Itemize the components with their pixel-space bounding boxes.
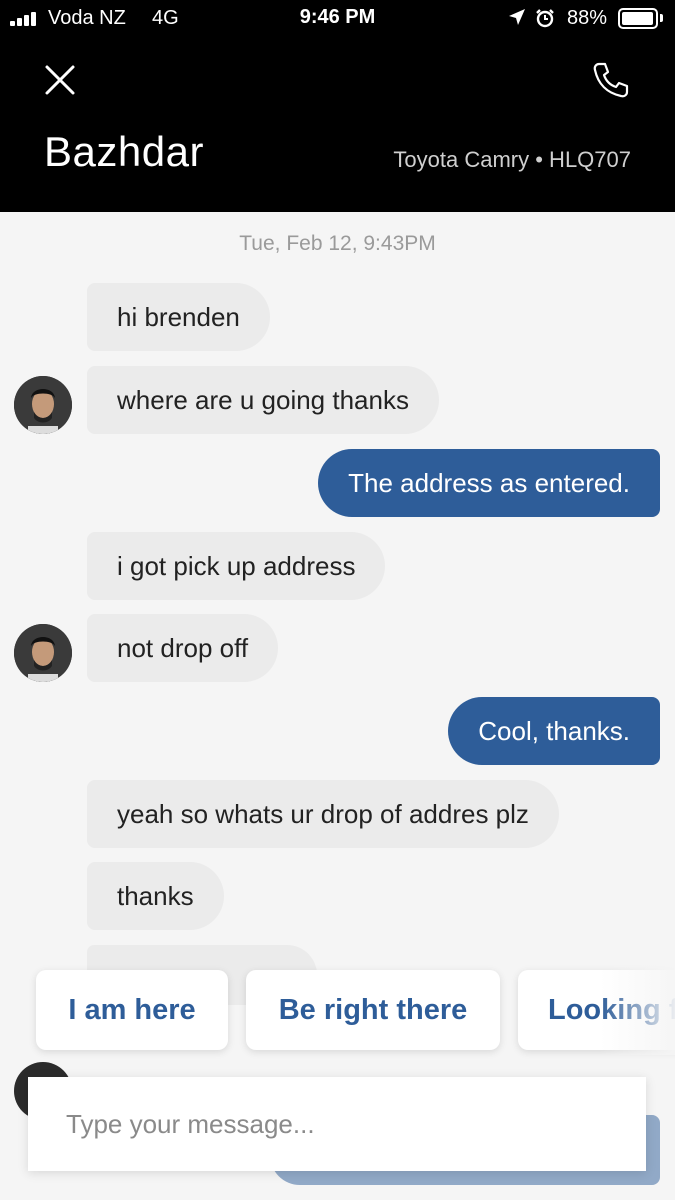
quick-reply-i-am-here[interactable]: I am here — [36, 970, 228, 1050]
battery-percent: 88% — [567, 7, 608, 29]
status-bar: Voda NZ 4G 9:46 PM 88% — [0, 0, 675, 40]
quick-reply-be-right-there[interactable]: Be right there — [246, 970, 500, 1050]
message-bubble-rider: Cool, thanks. — [448, 697, 660, 765]
message-bubble-driver: not drop off — [87, 614, 279, 682]
battery-icon — [618, 8, 658, 29]
phone-icon[interactable] — [590, 60, 630, 100]
quick-reply-looking-for[interactable]: Looking f — [518, 970, 675, 1050]
message-bubble-driver: thanks — [87, 862, 224, 930]
close-icon[interactable] — [44, 64, 76, 96]
message-bubble-driver: yeah so whats ur drop of addres plz — [87, 780, 559, 848]
alarm-icon — [536, 9, 554, 28]
driver-avatar — [14, 624, 72, 682]
chat-header: Voda NZ 4G 9:46 PM 88% Bazhdar Toyota Ca… — [0, 0, 675, 212]
location-arrow-icon — [509, 9, 525, 25]
driver-name: Bazhdar — [44, 128, 204, 175]
message-input[interactable] — [28, 1077, 646, 1171]
driver-avatar — [14, 376, 72, 434]
message-composer — [28, 1077, 646, 1171]
message-bubble-driver: where are u going thanks — [87, 366, 439, 434]
message-bubble-rider: The address as entered. — [318, 449, 660, 517]
message-bubble-driver: i got pick up address — [87, 532, 386, 600]
vehicle-info: Toyota Camry • HLQ707 — [393, 147, 631, 172]
chat-date: Tue, Feb 12, 9:43PM — [239, 232, 436, 255]
message-bubble-driver: hi brenden — [87, 283, 270, 351]
